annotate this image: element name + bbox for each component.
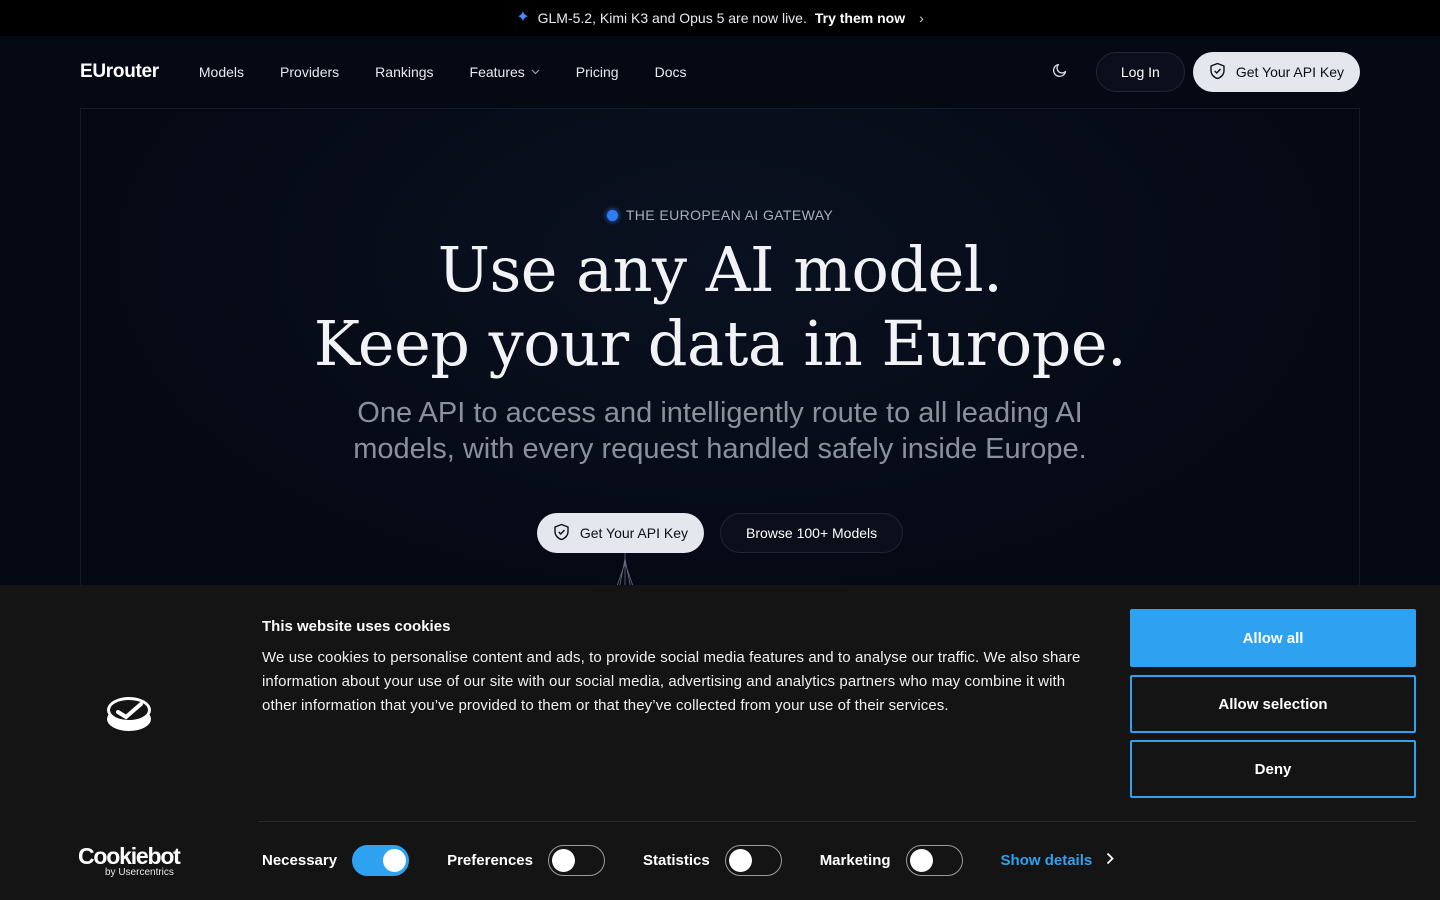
logo[interactable]: EUrouter: [80, 61, 159, 83]
shield-check-icon: [1209, 62, 1226, 83]
chevron-right-icon: ›: [919, 10, 924, 26]
allow-all-button[interactable]: Allow all: [1130, 609, 1416, 667]
theme-toggle-button[interactable]: [1042, 54, 1078, 90]
nav-link-features[interactable]: Features: [470, 64, 540, 80]
get-api-key-button[interactable]: Get Your API Key: [1192, 52, 1360, 92]
necessary-toggle[interactable]: [352, 844, 410, 876]
toggle-knob: [728, 848, 752, 872]
nav-link-providers[interactable]: Providers: [280, 64, 339, 80]
announcement-cta[interactable]: Try them now: [815, 10, 905, 26]
browse-models-button[interactable]: Browse 100+ Models: [720, 513, 904, 553]
nav-actions: Log In Get Your API Key: [1042, 52, 1360, 92]
nav-links: Models Providers Rankings Features Prici…: [199, 64, 687, 80]
status-dot-icon: [606, 209, 618, 221]
hero-section: THE EUROPEAN AI GATEWAY Use any AI model…: [80, 108, 1360, 608]
statistics-toggle[interactable]: [724, 844, 782, 876]
show-details-link[interactable]: Show details: [1001, 852, 1115, 869]
nav-link-models[interactable]: Models: [199, 64, 244, 80]
deny-button[interactable]: Deny: [1130, 740, 1416, 798]
show-details-label: Show details: [1000, 851, 1093, 869]
toggle-knob: [909, 848, 933, 872]
login-button[interactable]: Log In: [1095, 52, 1185, 92]
fiber-lines-decoration: [615, 553, 635, 589]
nav-link-features-label: Features: [469, 64, 525, 80]
cookiebot-mark-icon: [107, 697, 151, 731]
sparkle-icon: ✦: [516, 9, 530, 26]
toggle-label-preferences: Preferences: [447, 851, 533, 869]
hero-subhead-line1: One API to access and intelligently rout…: [357, 397, 1083, 429]
preferences-toggle[interactable]: [547, 844, 605, 876]
get-api-key-label: Get Your API Key: [1235, 64, 1344, 80]
hero-eyebrow: THE EUROPEAN AI GATEWAY: [81, 207, 1359, 223]
toggle-label-statistics: Statistics: [642, 851, 710, 869]
toggle-group-preferences: Preferences: [447, 844, 605, 876]
toggle-group-necessary: Necessary: [262, 844, 410, 876]
hero-headline-line2: Keep your data in Europe.: [313, 307, 1127, 380]
nav-link-rankings[interactable]: Rankings: [375, 64, 433, 80]
hero-get-api-key-button[interactable]: Get Your API Key: [536, 513, 705, 553]
hero-subhead-line2: models, with every request handled safel…: [353, 433, 1087, 465]
toggle-knob: [551, 848, 575, 872]
chevron-down-icon: [531, 67, 540, 77]
toggle-label-marketing: Marketing: [819, 851, 891, 869]
announcement-bar[interactable]: ✦ GLM-5.2, Kimi K3 and Opus 5 are now li…: [0, 0, 1440, 36]
allow-selection-button[interactable]: Allow selection: [1130, 675, 1416, 733]
cookie-title: This website uses cookies: [262, 618, 451, 635]
toggle-label-necessary: Necessary: [262, 851, 338, 869]
toggle-group-statistics: Statistics: [642, 844, 782, 876]
hero-headline: Use any AI model. Keep your data in Euro…: [81, 233, 1359, 381]
cookie-body: We use cookies to personalise content an…: [262, 649, 1081, 714]
hero-subhead: One API to access and intelligently rout…: [81, 395, 1359, 467]
hero-get-api-key-label: Get Your API Key: [579, 525, 689, 541]
hero-headline-line1: Use any AI model.: [437, 233, 1003, 306]
toggle-group-marketing: Marketing: [819, 844, 963, 876]
cookie-banner: This website uses cookies We use cookies…: [0, 585, 1440, 900]
nav-link-pricing[interactable]: Pricing: [576, 64, 619, 80]
shield-check-icon: [553, 523, 570, 544]
cookiebot-brand-name: Cookiebot: [78, 843, 181, 869]
announcement-text: GLM-5.2, Kimi K3 and Opus 5 are now live…: [537, 10, 807, 26]
cookiebot-brand-by: by Usercentrics: [105, 867, 174, 878]
chevron-right-icon: [1106, 852, 1115, 868]
cookie-consent-toggles: Necessary Preferences Statistics Marketi…: [262, 844, 1115, 876]
hero-cta-group: Get Your API Key Browse 100+ Models: [81, 513, 1359, 553]
moon-icon: [1052, 62, 1068, 83]
toggle-knob: [383, 848, 407, 872]
nav-link-docs[interactable]: Docs: [655, 64, 687, 80]
cookie-divider: [258, 821, 1416, 822]
top-nav: EUrouter Models Providers Rankings Featu…: [80, 52, 1360, 92]
hero-eyebrow-text: THE EUROPEAN AI GATEWAY: [625, 207, 834, 223]
marketing-toggle[interactable]: [905, 844, 963, 876]
cookiebot-logo[interactable]: Cookiebot by Usercentrics: [78, 845, 182, 879]
